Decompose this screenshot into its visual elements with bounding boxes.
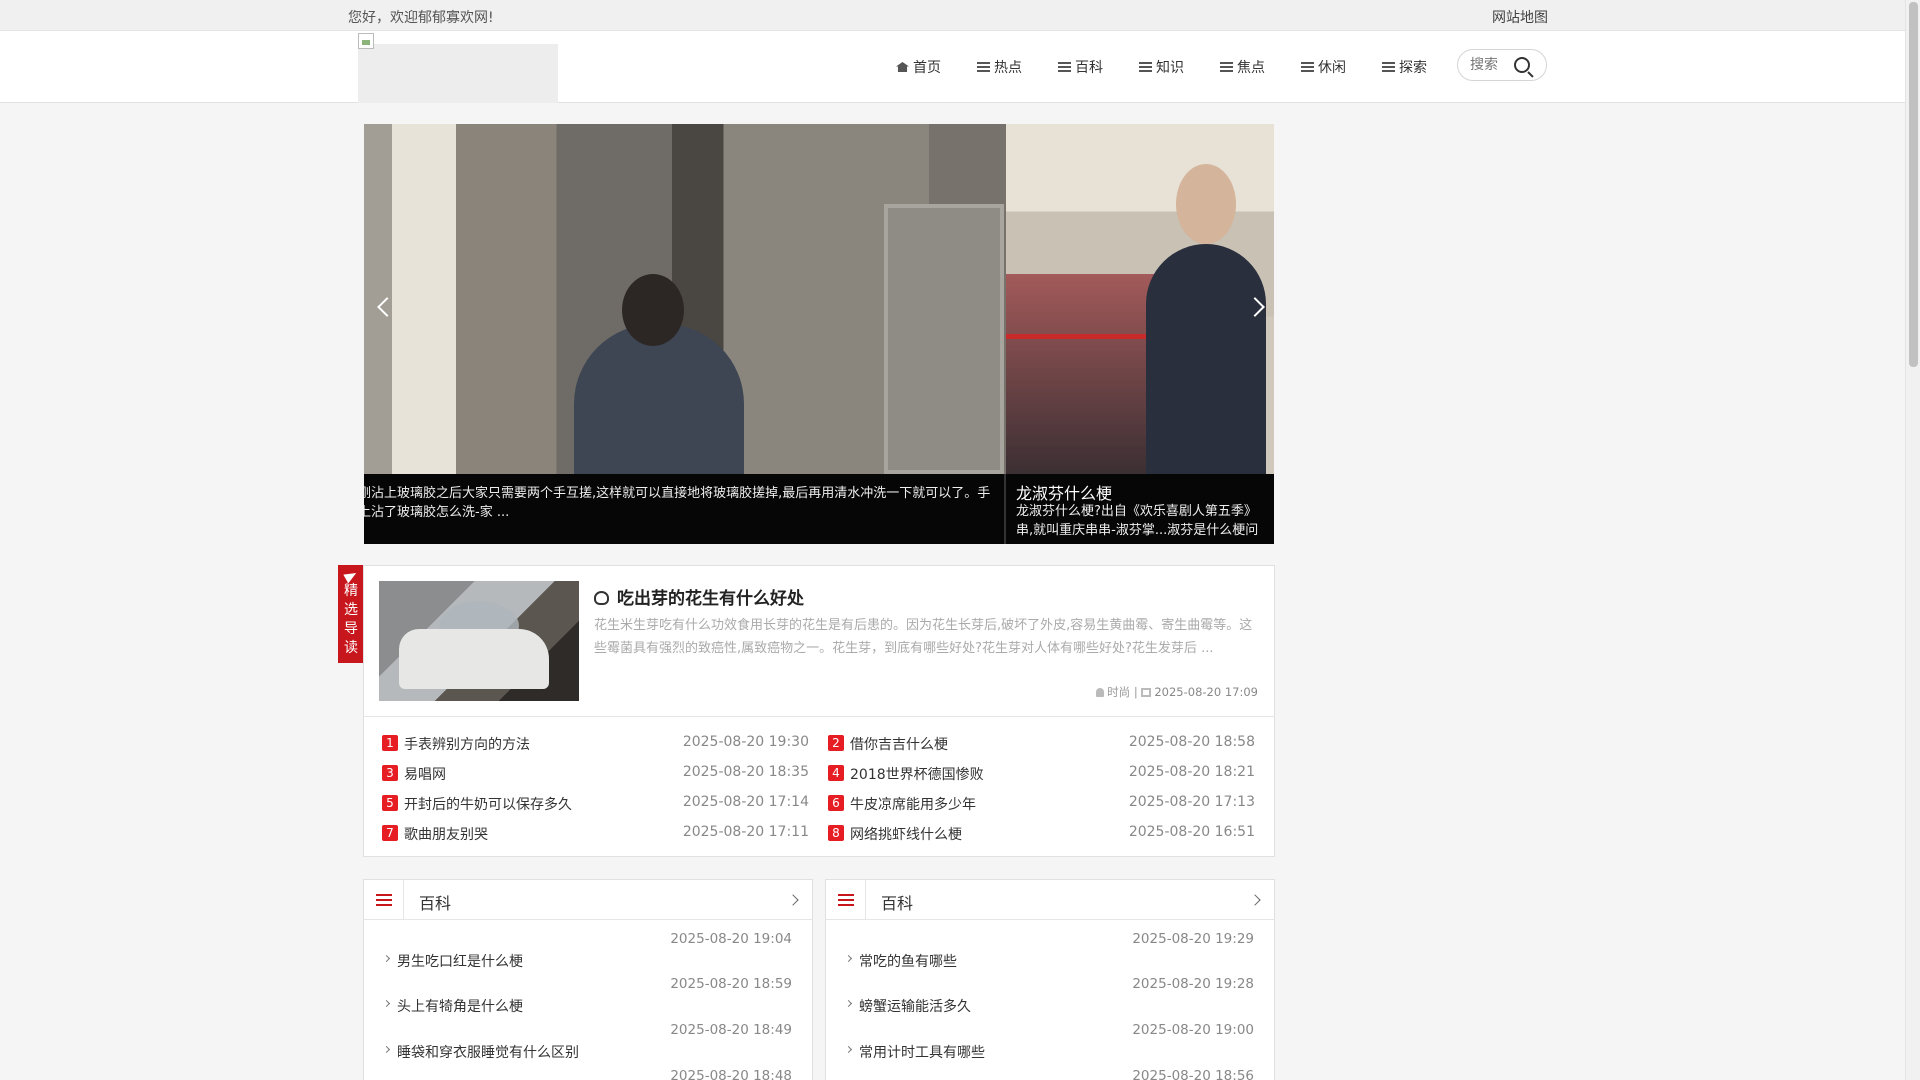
- nav-item-leisure[interactable]: 休闲: [1283, 31, 1364, 103]
- chevron-right-icon: [844, 1045, 853, 1054]
- panel-title[interactable]: 百科: [881, 890, 913, 914]
- chevron-right-icon[interactable]: [787, 894, 799, 906]
- carousel-caption-title[interactable]: 龙淑芬什么梗: [1016, 480, 1112, 504]
- featured-title[interactable]: 吃出芽的花生有什么好处: [594, 584, 804, 609]
- search-box: [1457, 49, 1547, 81]
- chevron-right-icon: [382, 999, 391, 1008]
- rank-badge: 7: [382, 825, 398, 841]
- hot-list-item[interactable]: 4 2018世界杯德国惨败 2025-08-20 18:21: [828, 759, 1255, 789]
- lightbulb-icon: [594, 591, 609, 605]
- list-item[interactable]: 2025-08-20 19:04 男生吃口红是什么梗: [364, 931, 812, 976]
- chevron-right-icon[interactable]: [1249, 894, 1261, 906]
- featured-description: 花生米生芽吃有什么功效食用长芽的花生是有后患的。因为花生长芽后,破坏了外皮,容易…: [594, 618, 1253, 656]
- list-icon: [1301, 62, 1314, 72]
- category-panel-left: 百科 2025-08-20 19:04 男生吃口红是什么梗 2025-08-20 …: [363, 879, 813, 1080]
- panel-title[interactable]: 百科: [419, 890, 451, 914]
- list-icon: [1058, 62, 1071, 72]
- hot-list-item[interactable]: 2 借你吉吉什么梗 2025-08-20 18:58: [828, 729, 1255, 759]
- image-carousel: 刚沾上玻璃胶之后大家只需要两个手互搓,这样就可以直接地将玻璃胶搓掉,最后再用清水…: [364, 124, 1274, 544]
- list-item[interactable]: 2025-08-20 18:56: [826, 1068, 1274, 1080]
- list-item[interactable]: 2025-08-20 18:48: [364, 1068, 812, 1080]
- list-item[interactable]: 2025-08-20 18:59 头上有犄角是什么梗: [364, 976, 812, 1021]
- search-input[interactable]: [1470, 56, 1518, 74]
- nav-item-encyclopedia[interactable]: 百科: [1040, 31, 1121, 103]
- calendar-icon: [1141, 688, 1152, 697]
- chevron-right-icon: [382, 954, 391, 963]
- carousel-caption: 刚沾上玻璃胶之后大家只需要两个手互搓,这样就可以直接地将玻璃胶搓掉,最后再用清水…: [364, 474, 1004, 544]
- hot-list-item[interactable]: 3 易唱网 2025-08-20 18:35: [382, 759, 809, 789]
- chevron-right-icon: [382, 1045, 391, 1054]
- carousel-caption-desc: 刚沾上玻璃胶之后大家只需要两个手互搓,这样就可以直接地将玻璃胶搓掉,最后再用清水…: [364, 486, 991, 520]
- nav-item-explore[interactable]: 探索: [1364, 31, 1445, 103]
- list-icon: [977, 62, 990, 72]
- nav-item-home[interactable]: 首页: [878, 31, 959, 103]
- carousel-slide-image[interactable]: [364, 124, 1006, 474]
- hot-list-item[interactable]: 6 牛皮凉席能用多少年 2025-08-20 17:13: [828, 789, 1255, 819]
- hot-list-item[interactable]: 1 手表辨别方向的方法 2025-08-20 19:30: [382, 729, 809, 759]
- featured-meta: 时尚 | 2025-08-20 17:09: [1096, 684, 1258, 700]
- home-icon: [896, 62, 909, 72]
- carousel-caption: 龙淑芬什么梗 龙淑芬什么梗?出自《欢乐喜剧人第五季》串,就叫重庆串串-淑芬掌..…: [1006, 474, 1274, 544]
- rank-badge: 5: [382, 795, 398, 811]
- broken-image-icon: [358, 33, 374, 49]
- rank-badge: 8: [828, 825, 844, 841]
- list-item[interactable]: 2025-08-20 18:49 睡袋和穿衣服睡觉有什么区别: [364, 1022, 812, 1067]
- menu-icon: [826, 880, 866, 920]
- scrollbar-thumb[interactable]: [1909, 2, 1918, 367]
- carousel-caption-desc: 龙淑芬什么梗?出自《欢乐喜剧人第五季》串,就叫重庆串串-淑芬掌...淑芬是什么梗…: [1016, 504, 1259, 538]
- page-scrollbar[interactable]: [1905, 0, 1920, 1080]
- featured-article: 吃出芽的花生有什么好处 花生米生芽吃有什么功效食用长芽的花生是有后患的。因为花生…: [364, 566, 1274, 717]
- featured-author[interactable]: 时尚: [1107, 685, 1130, 699]
- main-nav: 首页 热点 百科 知识 焦点 休闲 探索: [878, 31, 1445, 103]
- rank-badge: 3: [382, 765, 398, 781]
- chevron-right-icon: [844, 954, 853, 963]
- list-icon: [1220, 62, 1233, 72]
- site-header: 首页 热点 百科 知识 焦点 休闲 探索: [0, 31, 1905, 103]
- top-bar: 您好，欢迎郁郁寡欢网! 网站地图: [0, 0, 1905, 31]
- rank-badge: 1: [382, 735, 398, 751]
- nav-item-hot[interactable]: 热点: [959, 31, 1040, 103]
- featured-section: 吃出芽的花生有什么好处 花生米生芽吃有什么功效食用长芽的花生是有后患的。因为花生…: [363, 565, 1275, 857]
- hot-list-item[interactable]: 7 歌曲朋友别哭 2025-08-20 17:11: [382, 819, 809, 849]
- featured-thumbnail[interactable]: [379, 581, 579, 701]
- hot-list-item[interactable]: 8 网络挑虾线什么梗 2025-08-20 16:51: [828, 819, 1255, 849]
- panel-header: 百科: [826, 880, 1274, 920]
- nav-item-knowledge[interactable]: 知识: [1121, 31, 1202, 103]
- category-panel-right: 百科 2025-08-20 19:29 常吃的鱼有哪些 2025-08-20 19…: [825, 879, 1275, 1080]
- list-icon: [1139, 62, 1152, 72]
- rank-badge: 2: [828, 735, 844, 751]
- featured-date: 2025-08-20 17:09: [1154, 685, 1258, 699]
- rank-badge: 4: [828, 765, 844, 781]
- search-icon[interactable]: [1514, 57, 1530, 73]
- rank-badge: 6: [828, 795, 844, 811]
- sitemap-link[interactable]: 网站地图: [1492, 7, 1548, 27]
- chevron-right-icon: [844, 999, 853, 1008]
- panel-header: 百科: [364, 880, 812, 920]
- featured-ribbon: 精 选 导 读: [338, 565, 364, 663]
- list-item[interactable]: 2025-08-20 19:00 常用计时工具有哪些: [826, 1022, 1274, 1067]
- carousel-slide-image[interactable]: [1006, 124, 1274, 474]
- hot-list-item[interactable]: 5 开封后的牛奶可以保存多久 2025-08-20 17:14: [382, 789, 809, 819]
- list-item[interactable]: 2025-08-20 19:29 常吃的鱼有哪些: [826, 931, 1274, 976]
- nav-item-focus[interactable]: 焦点: [1202, 31, 1283, 103]
- menu-icon: [364, 880, 404, 920]
- site-logo[interactable]: [358, 33, 558, 103]
- welcome-text: 您好，欢迎郁郁寡欢网!: [348, 10, 494, 26]
- list-icon: [1382, 62, 1395, 72]
- user-icon: [1096, 688, 1105, 697]
- list-item[interactable]: 2025-08-20 19:28 螃蟹运输能活多久: [826, 976, 1274, 1021]
